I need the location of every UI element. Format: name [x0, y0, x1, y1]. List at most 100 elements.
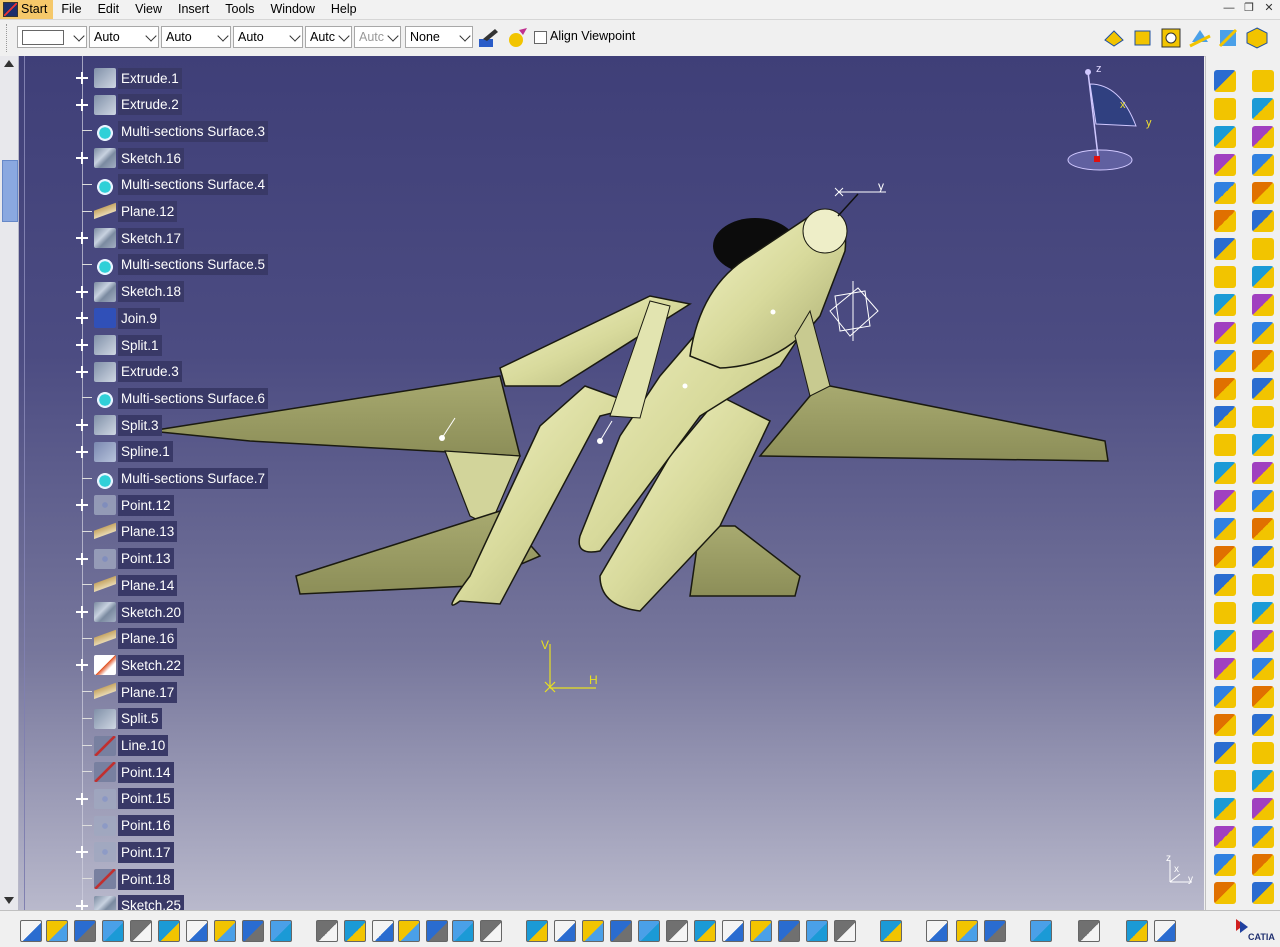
hide-show-icon[interactable]	[806, 920, 828, 942]
expand-plus-icon[interactable]	[76, 365, 88, 378]
fillet-icon[interactable]	[1214, 490, 1236, 512]
scaling-icon[interactable]	[1214, 574, 1236, 596]
render-quality-icon[interactable]	[926, 920, 948, 942]
tree-item[interactable]: Point.14	[76, 761, 174, 783]
fit-all-icon[interactable]	[1159, 26, 1183, 50]
camera-icon[interactable]	[880, 920, 902, 942]
zoom-out-icon[interactable]	[666, 920, 688, 942]
undo-icon[interactable]	[214, 920, 236, 942]
expand-plus-icon[interactable]	[76, 445, 88, 458]
render-icon[interactable]	[778, 920, 800, 942]
tree-item[interactable]: Extrude.1	[76, 67, 182, 89]
minimize-icon[interactable]: —	[1222, 1, 1236, 16]
expand-plus-icon[interactable]	[76, 312, 88, 325]
corner-icon[interactable]	[1252, 714, 1274, 736]
menu-window[interactable]: Window	[262, 0, 322, 19]
apply-material-icon[interactable]	[1078, 920, 1100, 942]
loft-icon[interactable]	[1214, 294, 1236, 316]
tree-item[interactable]: Plane.16	[76, 628, 178, 650]
helix-icon[interactable]	[1252, 686, 1274, 708]
tree-item[interactable]: Split.5	[76, 708, 162, 730]
expand-plus-icon[interactable]	[76, 72, 88, 84]
point-icon[interactable]	[1252, 98, 1274, 120]
tree-item[interactable]: Split.3	[76, 414, 162, 436]
color-combo[interactable]	[17, 26, 87, 48]
tree-item[interactable]: Sketch.22	[76, 654, 185, 676]
format-painter-icon[interactable]	[477, 26, 501, 50]
tree-item[interactable]: Point.18	[76, 868, 174, 890]
tree-item[interactable]: Sketch.17	[76, 227, 185, 249]
menu-insert[interactable]: Insert	[170, 0, 217, 19]
menu-help[interactable]: Help	[323, 0, 365, 19]
annotation-icon[interactable]	[1252, 882, 1274, 904]
circle-icon[interactable]	[1214, 630, 1236, 652]
fill-icon[interactable]	[1214, 266, 1236, 288]
spline-icon[interactable]	[1252, 658, 1274, 680]
tree-item[interactable]: Multi-sections Surface.4	[76, 174, 269, 196]
revolve-icon[interactable]	[1214, 210, 1236, 232]
trim-icon[interactable]	[1214, 406, 1236, 428]
multi-view-icon[interactable]	[722, 920, 744, 942]
expand-plus-icon[interactable]	[76, 606, 88, 618]
shading-icon[interactable]	[1131, 26, 1155, 50]
tree-item[interactable]: Join.9	[76, 307, 161, 329]
expand-plus-icon[interactable]	[76, 152, 88, 165]
expand-plus-icon[interactable]	[76, 285, 88, 298]
compass-widget[interactable]: z x y	[1060, 60, 1170, 180]
trim-icon[interactable]	[1252, 406, 1274, 428]
cut-icon[interactable]	[130, 920, 152, 942]
scroll-down-icon[interactable]	[4, 897, 14, 904]
tree-item[interactable]: Point.12	[76, 494, 174, 516]
scaling-icon[interactable]	[1252, 574, 1274, 596]
tree-item[interactable]: Multi-sections Surface.5	[76, 254, 269, 276]
expand-plus-icon[interactable]	[76, 232, 88, 245]
line-icon[interactable]	[1252, 126, 1274, 148]
expand-plus-icon[interactable]	[76, 899, 88, 910]
join-icon[interactable]	[1214, 350, 1236, 372]
symmetry-icon[interactable]	[1252, 546, 1274, 568]
sweep-icon[interactable]	[1214, 238, 1236, 260]
expand-plus-icon[interactable]	[76, 552, 88, 565]
corner-icon[interactable]	[1214, 714, 1236, 736]
tree-item[interactable]: Sketch.25	[76, 895, 185, 910]
fillet-icon[interactable]	[1252, 490, 1274, 512]
revolve-icon[interactable]	[1252, 210, 1274, 232]
scene-icon[interactable]	[956, 920, 978, 942]
whats-this-icon[interactable]	[270, 920, 292, 942]
rendering-style-combo[interactable]: Autc	[354, 26, 401, 48]
sketch-icon[interactable]	[1252, 70, 1274, 92]
extrapolate-icon[interactable]	[1252, 602, 1274, 624]
scroll-up-icon[interactable]	[4, 60, 14, 67]
split-icon[interactable]	[1252, 378, 1274, 400]
open-icon[interactable]	[46, 920, 68, 942]
point-type-combo[interactable]: Autc	[305, 26, 352, 48]
point-icon[interactable]	[1214, 98, 1236, 120]
tree-item[interactable]: Line.10	[76, 735, 169, 757]
expand-plus-icon[interactable]	[76, 792, 88, 805]
extract-icon[interactable]	[1214, 462, 1236, 484]
select-icon[interactable]	[1102, 26, 1126, 50]
menu-view[interactable]: View	[127, 0, 170, 19]
tree-item[interactable]: Multi-sections Surface.3	[76, 120, 269, 142]
parallel-icon[interactable]	[1252, 770, 1274, 792]
sketch-icon[interactable]	[1214, 70, 1236, 92]
graphic-properties-wizard-icon[interactable]	[505, 26, 529, 50]
plane-icon[interactable]	[1252, 154, 1274, 176]
extract-icon[interactable]	[1252, 462, 1274, 484]
normal-view-icon[interactable]	[694, 920, 716, 942]
projection-icon[interactable]	[1252, 826, 1274, 848]
loft-icon[interactable]	[1252, 294, 1274, 316]
extrapolate-icon[interactable]	[1214, 602, 1236, 624]
menu-tools[interactable]: Tools	[217, 0, 262, 19]
layer-combo[interactable]: None	[405, 26, 473, 48]
line-icon[interactable]	[1214, 126, 1236, 148]
new-icon[interactable]	[1126, 920, 1148, 942]
intersection-icon[interactable]	[1214, 854, 1236, 876]
swap-icon[interactable]	[834, 920, 856, 942]
tree-item[interactable]: Split.1	[76, 334, 162, 356]
save-icon[interactable]	[74, 920, 96, 942]
connect-icon[interactable]	[1214, 742, 1236, 764]
tree-item[interactable]: Point.16	[76, 815, 174, 837]
blend-icon[interactable]	[1252, 322, 1274, 344]
align-viewpoint-checkbox[interactable]	[534, 31, 547, 44]
